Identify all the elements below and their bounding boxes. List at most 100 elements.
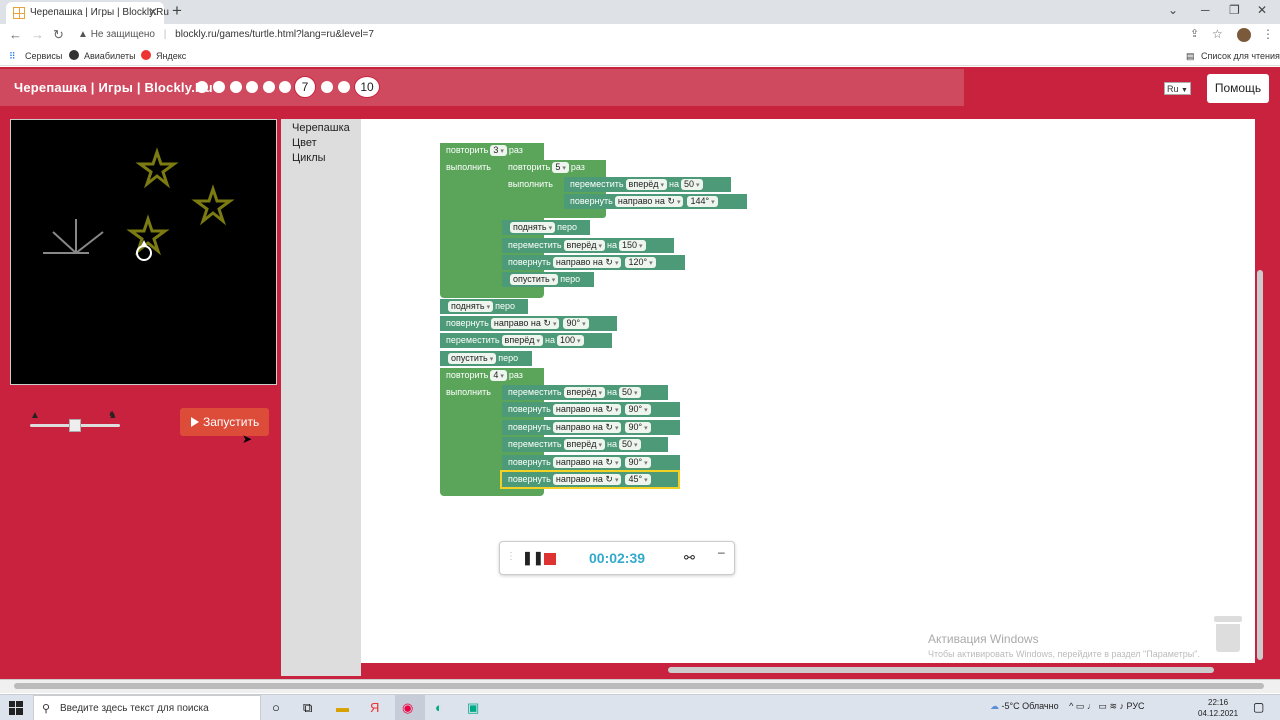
drag-handle-icon[interactable]: ⋮ <box>506 551 516 562</box>
pen-field[interactable]: опустить ▾ <box>510 274 559 285</box>
direction-field[interactable]: вперёд ▾ <box>563 387 605 398</box>
repeat-5-block[interactable]: повторить 5 ▾ раз <box>502 160 606 175</box>
reading-list-icon[interactable]: ▤ <box>1186 51 1195 62</box>
pen-down-block[interactable]: опустить ▾ перо <box>502 272 594 287</box>
turn-right-block[interactable]: повернуть направо на ↻ ▾ 90° ▾ <box>502 402 680 417</box>
level-dot-1[interactable] <box>196 81 208 93</box>
category-color[interactable]: Цвет <box>292 137 317 149</box>
close-tab-icon[interactable]: ✕ <box>148 5 158 19</box>
pen-field[interactable]: опустить ▾ <box>448 353 497 364</box>
bookmark-services[interactable]: Сервисы <box>25 51 62 61</box>
distance-field[interactable]: 50 ▾ <box>618 439 641 450</box>
turn-direction-field[interactable]: направо на ↻ ▾ <box>552 422 622 433</box>
pen-field[interactable]: поднять ▾ <box>510 222 556 233</box>
reading-list[interactable]: Список для чтения <box>1201 51 1280 61</box>
vertical-scrollbar[interactable] <box>1257 270 1263 660</box>
close-window-icon[interactable]: ✕ <box>1257 3 1267 17</box>
last-level[interactable]: 10 <box>354 76 380 98</box>
minimize-icon[interactable]: – <box>718 545 725 559</box>
help-button[interactable]: Помощь <box>1207 74 1269 103</box>
angle-field[interactable]: 120° ▾ <box>625 257 656 268</box>
speed-slider[interactable]: ▲ ♞ <box>30 410 122 434</box>
current-level[interactable]: 7 <box>294 76 316 98</box>
language-select[interactable]: Ru ▼ <box>1164 82 1191 95</box>
angle-field[interactable]: 90° ▾ <box>563 318 589 329</box>
address-bar[interactable]: ▲ Не защищено | blockly.ru/games/turtle.… <box>78 25 1178 45</box>
profile-avatar[interactable] <box>1237 28 1251 42</box>
notifications-icon[interactable]: ▢ <box>1253 700 1264 714</box>
display-icon[interactable]: ▭ <box>1098 701 1107 711</box>
category-turtle[interactable]: Черепашка <box>292 122 350 134</box>
pen-field[interactable]: поднять ▾ <box>448 301 494 312</box>
edge-icon[interactable]: ◐ <box>435 700 443 715</box>
turn-direction-field[interactable]: направо на ↻ ▾ <box>490 318 560 329</box>
turn-direction-field[interactable]: направо на ↻ ▾ <box>614 196 684 207</box>
weather-icon[interactable]: ☁ <box>990 701 999 711</box>
horizontal-scrollbar[interactable] <box>668 667 1214 673</box>
menu-icon[interactable]: ⋮ <box>1262 27 1274 41</box>
repeat-count-field[interactable]: 3 ▾ <box>490 145 507 156</box>
task-view-icon[interactable]: ⧉ <box>303 700 312 716</box>
turn-right-block[interactable]: повернуть направо на ↻ ▾ 144° ▾ <box>564 194 747 209</box>
bookmark-flights[interactable]: Авиабилеты <box>84 51 136 61</box>
windows-start-icon[interactable] <box>9 701 23 715</box>
app-title[interactable]: Черепашка | Игры | Blockly.Ru <box>14 80 213 95</box>
angle-field[interactable]: 90° ▾ <box>625 404 651 415</box>
distance-field[interactable]: 50 ▾ <box>618 387 641 398</box>
direction-field[interactable]: вперёд ▾ <box>563 240 605 251</box>
taskbar-clock[interactable]: 22:16 04.12.2021 <box>1198 697 1238 719</box>
file-explorer-icon[interactable]: ▬ <box>336 700 349 715</box>
turn-direction-field[interactable]: направо на ↻ ▾ <box>552 404 622 415</box>
turn-right-block[interactable]: повернуть направо на ↻ ▾ 90° ▾ <box>502 455 680 470</box>
input-language[interactable]: РУС <box>1127 701 1145 711</box>
level-dot-3[interactable] <box>230 81 242 93</box>
pen-down-block[interactable]: опустить ▾ перо <box>440 351 532 366</box>
minimize-window-icon[interactable]: ─ <box>1201 3 1210 17</box>
stop-icon[interactable] <box>544 553 556 565</box>
network-icon[interactable]: ▭ <box>1076 701 1085 711</box>
angle-field[interactable]: 144° ▾ <box>687 196 718 207</box>
turn-right-block[interactable]: повернуть направо на ↻ ▾ 90° ▾ <box>440 316 617 331</box>
level-dot-8[interactable] <box>321 81 333 93</box>
share-icon[interactable]: ⇪ <box>1190 27 1199 40</box>
restore-window-icon[interactable]: ❐ <box>1229 3 1240 17</box>
level-dot-6[interactable] <box>279 81 291 93</box>
turn-right-block-selected[interactable]: повернуть направо на ↻ ▾ 45° ▾ <box>500 470 680 489</box>
category-loops[interactable]: Циклы <box>292 152 326 164</box>
yandex-browser-icon[interactable]: Я <box>370 700 379 715</box>
level-dot-4[interactable] <box>246 81 258 93</box>
move-forward-block[interactable]: переместить вперёд ▾ на 50 ▾ <box>564 177 731 192</box>
apps-grid-icon[interactable]: ⠿ <box>9 51 16 62</box>
direction-field[interactable]: вперёд ▾ <box>563 439 605 450</box>
direction-field[interactable]: вперёд ▾ <box>501 335 543 346</box>
slider-handle[interactable] <box>69 419 81 432</box>
move-forward-block[interactable]: переместить вперёд ▾ на 150 ▾ <box>502 238 674 253</box>
repeat-count-field[interactable]: 5 ▾ <box>552 162 569 173</box>
browser-tab[interactable]: Черепашка | Игры | Blockly.Ru ✕ <box>6 2 169 24</box>
repeat-4-block[interactable]: повторить 4 ▾ раз <box>440 368 544 383</box>
direction-field[interactable]: вперёд ▾ <box>625 179 667 190</box>
pen-up-block[interactable]: поднять ▾ перо <box>502 220 590 235</box>
level-dot-9[interactable] <box>338 81 350 93</box>
weather-text[interactable]: -5°C Облачно <box>1002 701 1059 711</box>
trash-icon[interactable] <box>1214 616 1242 652</box>
page-horizontal-scrollbar[interactable] <box>14 683 1264 689</box>
forward-icon[interactable]: → <box>31 27 44 42</box>
angle-field[interactable]: 90° ▾ <box>625 457 651 468</box>
wifi-icon[interactable]: ≋ <box>1109 701 1117 711</box>
move-forward-block[interactable]: переместить вперёд ▾ на 100 ▾ <box>440 333 612 348</box>
reload-icon[interactable]: ↻ <box>53 27 64 43</box>
link-icon[interactable]: ⚯ <box>684 550 695 566</box>
distance-field[interactable]: 50 ▾ <box>680 179 703 190</box>
turn-right-block[interactable]: повернуть направо на ↻ ▾ 120° ▾ <box>502 255 685 270</box>
screen-recorder-app-icon[interactable]: ▣ <box>467 700 479 716</box>
back-icon[interactable]: ← <box>9 27 22 42</box>
turn-right-block[interactable]: повернуть направо на ↻ ▾ 90° ▾ <box>502 420 680 435</box>
tray-chevron-icon[interactable]: ^ <box>1069 701 1073 711</box>
new-tab-button[interactable]: + <box>172 1 182 21</box>
microphone-icon[interactable]: ♩ <box>1087 701 1096 711</box>
bookmark-star-icon[interactable]: ☆ <box>1212 27 1223 41</box>
tab-search-icon[interactable]: ⌄ <box>1168 3 1178 17</box>
pause-icon[interactable]: ❚❚ <box>522 550 544 566</box>
cortana-icon[interactable]: ○ <box>272 700 280 715</box>
